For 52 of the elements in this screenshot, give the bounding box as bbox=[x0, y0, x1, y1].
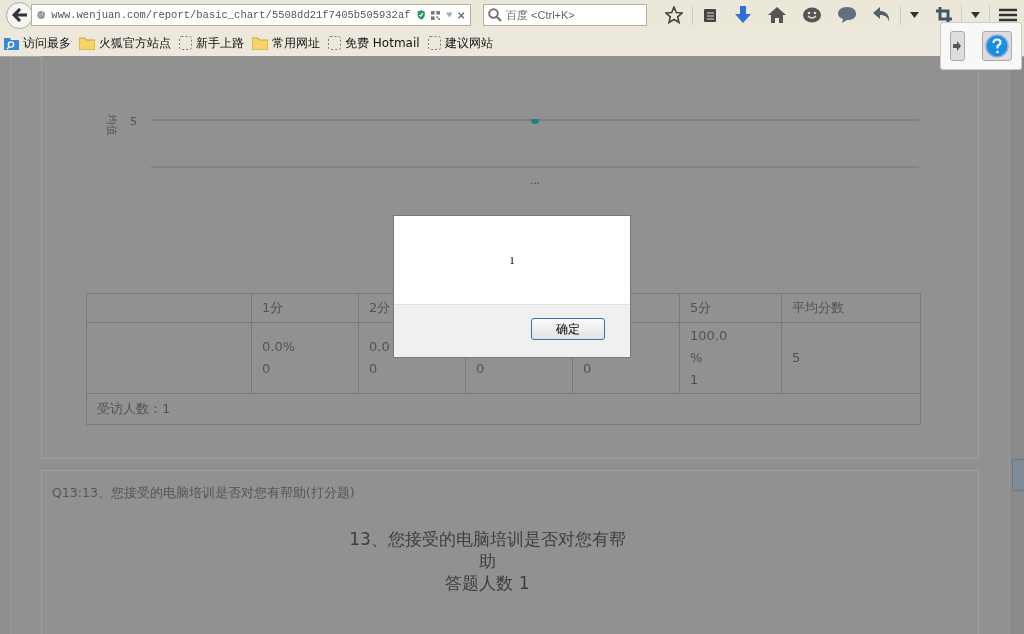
table-cell: 100.0 % 1 bbox=[679, 322, 782, 394]
scrollbar-thumb[interactable] bbox=[1012, 459, 1024, 491]
blank-page-icon bbox=[328, 36, 341, 50]
shield-icon bbox=[416, 7, 425, 23]
table-footer: 受访人数：1 bbox=[86, 393, 921, 425]
smiley-icon[interactable] bbox=[803, 6, 821, 24]
search-field[interactable]: 百度 <Ctrl+K> bbox=[483, 4, 647, 26]
dropdown-icon[interactable] bbox=[910, 12, 919, 18]
blank-page-icon bbox=[427, 36, 441, 50]
dropdown-icon[interactable] bbox=[971, 12, 980, 18]
chat-icon[interactable] bbox=[838, 7, 856, 23]
star-icon[interactable] bbox=[665, 6, 683, 24]
undo-icon[interactable] bbox=[873, 7, 891, 23]
help-icon bbox=[985, 34, 1010, 58]
chart-title: 13、您接受的电脑培训是否对您有帮助 bbox=[348, 528, 627, 572]
home-icon[interactable] bbox=[768, 7, 786, 23]
folder-icon bbox=[252, 36, 268, 50]
bookmark-item[interactable]: 访问最多 bbox=[4, 34, 71, 52]
download-icon[interactable] bbox=[735, 6, 751, 24]
axis-label: ... bbox=[530, 175, 540, 186]
arrow-button[interactable] bbox=[949, 31, 965, 61]
back-button[interactable] bbox=[6, 1, 33, 29]
menu-icon[interactable] bbox=[999, 8, 1017, 22]
crop-icon[interactable] bbox=[936, 7, 952, 23]
address-bar[interactable]: www.wenjuan.com/report/basic_chart/5508dd21f7405b505932af bbox=[31, 4, 471, 26]
column-header: 1分 bbox=[251, 293, 359, 323]
axis-tick: 5 bbox=[130, 115, 137, 128]
reader-icon[interactable] bbox=[702, 7, 718, 23]
bookmark-item[interactable]: 免费 Hotmail bbox=[328, 34, 420, 52]
blank-page-icon bbox=[179, 36, 192, 50]
globe-icon bbox=[37, 8, 46, 22]
help-button[interactable] bbox=[982, 31, 1013, 61]
column-header: 平均分数 bbox=[781, 293, 921, 323]
bookmark-item[interactable]: 建议网站 bbox=[427, 34, 493, 52]
table-cell: 0.0% 0 bbox=[251, 322, 359, 394]
close-icon[interactable] bbox=[458, 9, 465, 21]
respondent-count: 答题人数 1 bbox=[444, 572, 531, 594]
bookmark-item[interactable]: 新手上路 bbox=[179, 34, 244, 52]
bookmark-item[interactable]: 常用网址 bbox=[252, 34, 320, 52]
ok-button[interactable]: 确定 bbox=[531, 318, 605, 340]
dialog-message: 1 bbox=[509, 254, 515, 266]
search-icon bbox=[488, 8, 502, 22]
folder-icon bbox=[79, 36, 95, 50]
search-input[interactable]: 百度 <Ctrl+K> bbox=[506, 9, 636, 21]
scrollbar[interactable] bbox=[1010, 57, 1024, 634]
arrow-icon bbox=[953, 41, 962, 51]
url-text: www.wenjuan.com/report/basic_chart/5508dd21f7405b505932af bbox=[51, 9, 411, 21]
folder-search-icon bbox=[4, 36, 19, 50]
table-cell: 5 bbox=[781, 322, 921, 394]
bookmark-item[interactable]: 火狐官方站点 bbox=[79, 34, 171, 52]
column-header: 5分 bbox=[679, 293, 782, 323]
back-arrow-icon bbox=[11, 8, 28, 22]
